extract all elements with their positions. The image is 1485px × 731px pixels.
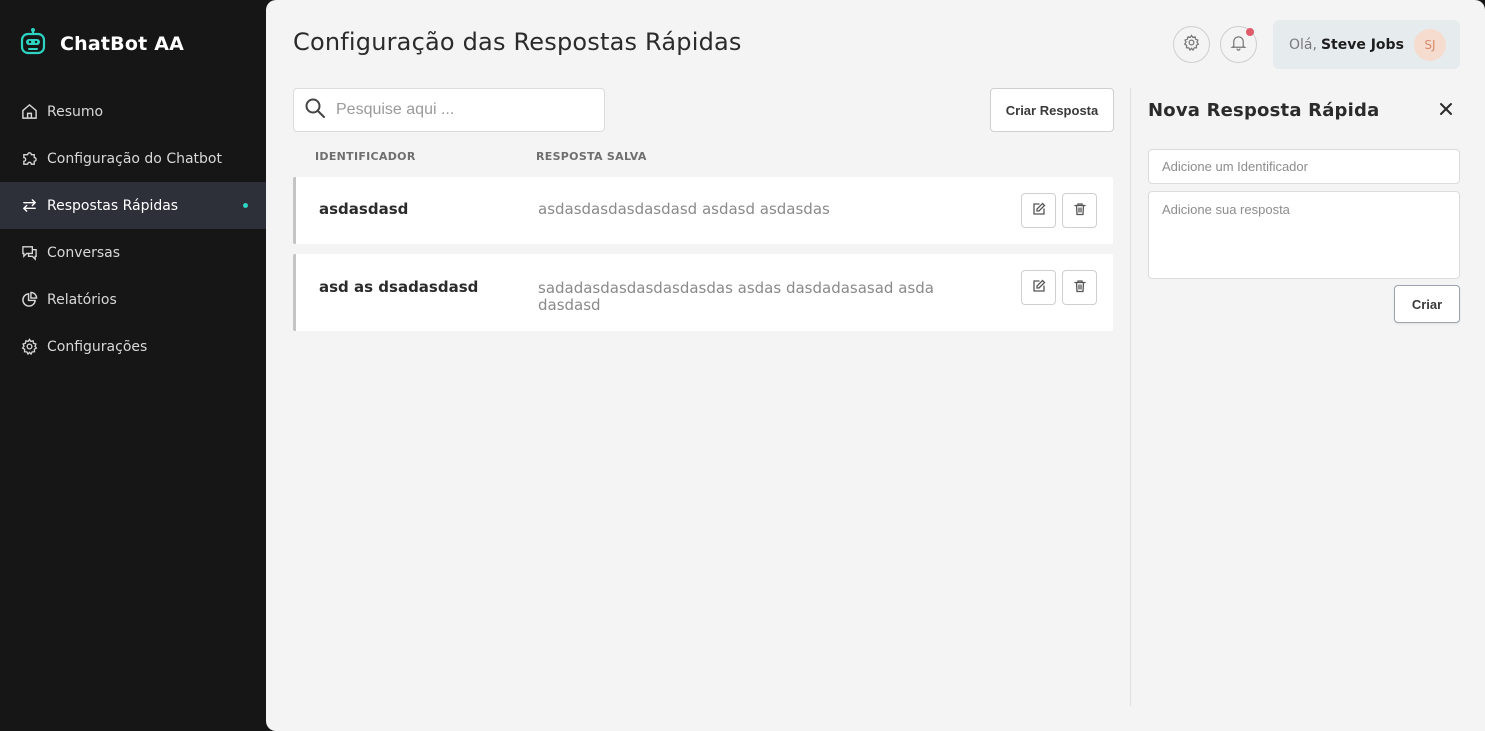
gear-icon xyxy=(20,338,38,356)
sidebar-item-conversas[interactable]: Conversas xyxy=(0,229,266,276)
search-box xyxy=(293,88,605,132)
column-header-identifier: IDENTIFICADOR xyxy=(315,150,416,163)
user-name: Steve Jobs xyxy=(1320,36,1404,53)
settings-button[interactable] xyxy=(1173,26,1210,63)
gear-icon xyxy=(1183,34,1200,55)
avatar: SJ xyxy=(1414,29,1446,61)
edit-button[interactable] xyxy=(1021,270,1056,305)
brand[interactable]: ChatBot AA xyxy=(18,26,184,62)
arrows-exchange-icon xyxy=(20,197,38,215)
sidebar-item-label: Conversas xyxy=(47,244,121,261)
notifications-button[interactable] xyxy=(1220,26,1257,63)
sidebar-item-label: Configuração do Chatbot xyxy=(47,150,222,167)
sidebar-item-label: Relatórios xyxy=(47,291,117,308)
sidebar-item-label: Configurações xyxy=(47,338,148,355)
page-title: Configuração das Respostas Rápidas xyxy=(293,28,742,56)
close-icon xyxy=(1438,101,1454,121)
sidebar: ChatBot AA Resumo Configuração do Chatbo… xyxy=(0,0,266,731)
response-field[interactable] xyxy=(1148,191,1460,279)
bell-icon xyxy=(1230,34,1247,55)
brand-name: ChatBot AA xyxy=(60,33,185,55)
sidebar-item-configuracao-chatbot[interactable]: Configuração do Chatbot xyxy=(0,135,266,182)
table-row: asd as dsadasdasd sadadasdasdasdasdasdas… xyxy=(293,254,1113,331)
edit-icon xyxy=(1032,278,1046,297)
row-identifier: asdasdasd xyxy=(319,200,409,218)
main-panel: Configuração das Respostas Rápidas Olá, … xyxy=(266,0,1485,731)
sidebar-item-label: Respostas Rápidas xyxy=(47,197,179,214)
row-response: sadadasdasdasdasdasdas asdas dasdadasasa… xyxy=(538,279,934,314)
sidebar-item-resumo[interactable]: Resumo xyxy=(0,88,266,135)
new-reply-title: Nova Resposta Rápida xyxy=(1148,100,1380,121)
delete-button[interactable] xyxy=(1062,270,1097,305)
sidebar-item-label: Resumo xyxy=(47,103,104,120)
user-menu[interactable]: Olá, Steve Jobs SJ xyxy=(1273,20,1460,69)
notification-badge xyxy=(1246,28,1254,36)
chat-bubbles-icon xyxy=(20,244,38,262)
trash-icon xyxy=(1073,201,1087,220)
home-icon xyxy=(20,103,38,121)
active-indicator xyxy=(243,203,248,208)
identifier-field[interactable] xyxy=(1148,149,1460,184)
row-identifier: asd as dsadasdasd xyxy=(319,278,479,296)
panel-divider xyxy=(1130,88,1131,706)
user-greeting: Olá, xyxy=(1289,36,1317,53)
edit-button[interactable] xyxy=(1021,193,1056,228)
edit-icon xyxy=(1032,201,1046,220)
search-input[interactable] xyxy=(336,101,586,119)
delete-button[interactable] xyxy=(1062,193,1097,228)
pie-chart-icon xyxy=(20,291,38,309)
sidebar-nav: Resumo Configuração do Chatbot Respostas… xyxy=(0,88,266,370)
trash-icon xyxy=(1073,278,1087,297)
robot-icon xyxy=(18,27,48,61)
sidebar-item-configuracoes[interactable]: Configurações xyxy=(0,323,266,370)
row-response: asdasdasdasdasdasd asdasd asdasdas xyxy=(538,200,830,218)
table-row: asdasdasd asdasdasdasdasdasd asdasd asda… xyxy=(293,177,1113,244)
puzzle-icon xyxy=(20,150,38,168)
submit-create-button[interactable]: Criar xyxy=(1394,285,1460,323)
search-icon xyxy=(304,97,326,123)
sidebar-item-respostas-rapidas[interactable]: Respostas Rápidas xyxy=(0,182,266,229)
column-header-response: RESPOSTA SALVA xyxy=(536,150,647,163)
close-panel-button[interactable] xyxy=(1434,99,1458,123)
sidebar-item-relatorios[interactable]: Relatórios xyxy=(0,276,266,323)
create-response-button[interactable]: Criar Resposta xyxy=(990,88,1114,132)
